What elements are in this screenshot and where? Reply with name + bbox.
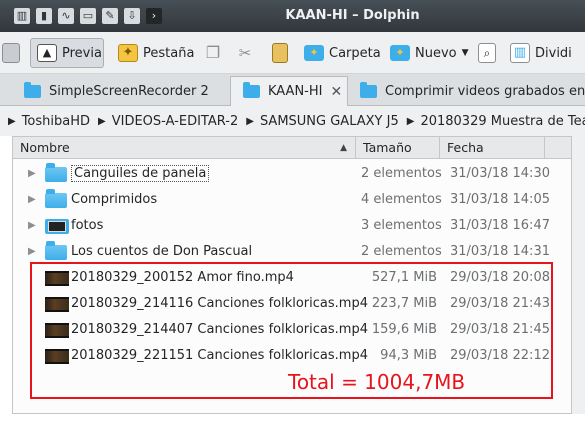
expand-arrow-icon[interactable]: ▶: [28, 194, 36, 205]
folder-icon: [24, 81, 41, 98]
split-icon: ▥: [510, 43, 530, 63]
new-folder-button[interactable]: ✦ Carpeta: [298, 38, 387, 68]
title-bar: ▥ ▮ ∿ ▭ ✎ ⇩ › KAAN-HI – Dolphin: [0, 0, 585, 32]
copy-button[interactable]: ❐: [196, 38, 230, 68]
chevron-right-icon: ▶: [246, 115, 254, 127]
new-menu-label: Nuevo: [415, 45, 457, 61]
new-tab-icon: ✦: [118, 44, 138, 62]
preview-button[interactable]: ▲ Previa: [30, 38, 104, 68]
expand-arrow-icon[interactable]: ▶: [28, 246, 36, 257]
panel-icon: [2, 43, 20, 63]
sort-ascending-icon: ▲: [340, 143, 347, 153]
folder-date: 31/03/18 14:05: [450, 192, 550, 207]
column-size[interactable]: Tamaño: [356, 137, 440, 159]
folder-date: 31/03/18 16:47: [450, 218, 550, 233]
window-title: KAAN-HI – Dolphin: [285, 8, 420, 23]
breadcrumb: ▶ ToshibaHD ▶ VIDEOS-A-EDITAR-2 ▶ SAMSUN…: [0, 106, 585, 136]
folder-icon: [243, 82, 260, 98]
cut-button[interactable]: ✂: [228, 38, 262, 68]
new-tab-button[interactable]: ✦ Pestaña: [112, 38, 200, 68]
folder-date: 31/03/18 14:31: [450, 244, 550, 259]
folder-date: 31/03/18 14:30: [450, 166, 550, 181]
folder-size: 2 elementos: [361, 166, 442, 181]
tab-label: KAAN-HI: [268, 84, 323, 99]
tab-label: SimpleScreenRecorder 2: [49, 83, 209, 99]
folder-size: 3 elementos: [361, 218, 442, 233]
folder-name: Canguiles de panela: [71, 165, 210, 182]
new-menu-button[interactable]: ✦ Nuevo ▼: [384, 38, 475, 68]
paste-button[interactable]: [266, 38, 294, 68]
tab-comprimir-videos[interactable]: Comprimir videos grabados en: [348, 76, 585, 106]
tab-simplescreenrecorder[interactable]: SimpleScreenRecorder 2: [12, 76, 230, 106]
breadcrumb-item[interactable]: ▶ SAMSUNG GALAXY J5: [246, 114, 399, 129]
folder-icon: [45, 189, 67, 208]
chevron-right-icon: ▶: [406, 115, 415, 127]
column-header: Nombre ▲ Tamaño Fecha: [13, 137, 571, 159]
tab-bar: SimpleScreenRecorder 2 KAAN-HI ✕ Comprim…: [0, 74, 585, 106]
toolbar: ▲ Previa ✦ Pestaña ❐ ✂ ✦ Carpeta ✦ Nuevo…: [0, 32, 585, 74]
split-view-button[interactable]: ▥ Dividi: [504, 38, 578, 68]
preview-label: Previa: [62, 45, 102, 61]
new-folder-label: Carpeta: [329, 45, 381, 61]
tab-kaan-hi[interactable]: KAAN-HI ✕: [230, 76, 348, 106]
find-button[interactable]: ⌕: [472, 38, 502, 68]
expand-arrow-icon[interactable]: ▶: [28, 168, 36, 179]
folder-new-icon: ✦: [304, 45, 324, 61]
annotation-total: Total = 1004,7MB: [288, 370, 466, 394]
panel-toggle-button[interactable]: [2, 38, 26, 68]
folder-size: 2 elementos: [361, 244, 442, 259]
list-item-folder[interactable]: ▶ Comprimidos 4 elementos 31/03/18 14:05: [13, 187, 571, 213]
column-name[interactable]: Nombre ▲: [13, 137, 356, 159]
new-tab-label: Pestaña: [143, 45, 195, 61]
scissors-icon: ✂: [238, 44, 252, 62]
clipboard-icon: [272, 43, 288, 63]
list-item-folder[interactable]: ▶ Canguiles de panela 2 elementos 31/03/…: [13, 161, 571, 187]
folder-icon: [45, 241, 67, 260]
chevron-right-icon: ▶: [8, 115, 16, 127]
folder-icon: [45, 163, 67, 182]
folder-name: Los cuentos de Don Pascual: [71, 244, 253, 259]
breadcrumb-item[interactable]: ▶ 20180329 Muestra de Tea: [407, 114, 585, 129]
search-icon: ⌕: [478, 43, 496, 63]
tab-label: Comprimir videos grabados en: [385, 83, 585, 99]
image-preview-icon: ▲: [37, 44, 57, 62]
vertical-scrollbar[interactable]: [572, 136, 585, 414]
column-date[interactable]: Fecha: [440, 137, 545, 159]
close-icon[interactable]: ✕: [330, 84, 342, 100]
folder-size: 4 elementos: [361, 192, 442, 207]
chevron-right-icon: ▶: [98, 115, 106, 127]
breadcrumb-item[interactable]: ▶ ToshibaHD: [8, 114, 90, 129]
split-label: Dividi: [535, 45, 572, 61]
folder-name: fotos: [71, 218, 104, 233]
folder-icon: [360, 81, 377, 98]
breadcrumb-item[interactable]: ▶ VIDEOS-A-EDITAR-2: [98, 114, 238, 129]
chevron-down-icon: ▼: [461, 48, 469, 58]
list-item-folder[interactable]: ▶ fotos 3 elementos 31/03/18 16:47: [13, 213, 571, 239]
copy-icon: ❐: [205, 43, 221, 62]
document-new-icon: ✦: [390, 45, 410, 61]
expand-arrow-icon[interactable]: ▶: [28, 220, 36, 231]
folder-name: Comprimidos: [71, 192, 158, 207]
dolphin-window: ▥ ▮ ∿ ▭ ✎ ⇩ › KAAN-HI – Dolphin ▲ Previa…: [0, 0, 585, 424]
folder-image-icon: [45, 219, 69, 234]
